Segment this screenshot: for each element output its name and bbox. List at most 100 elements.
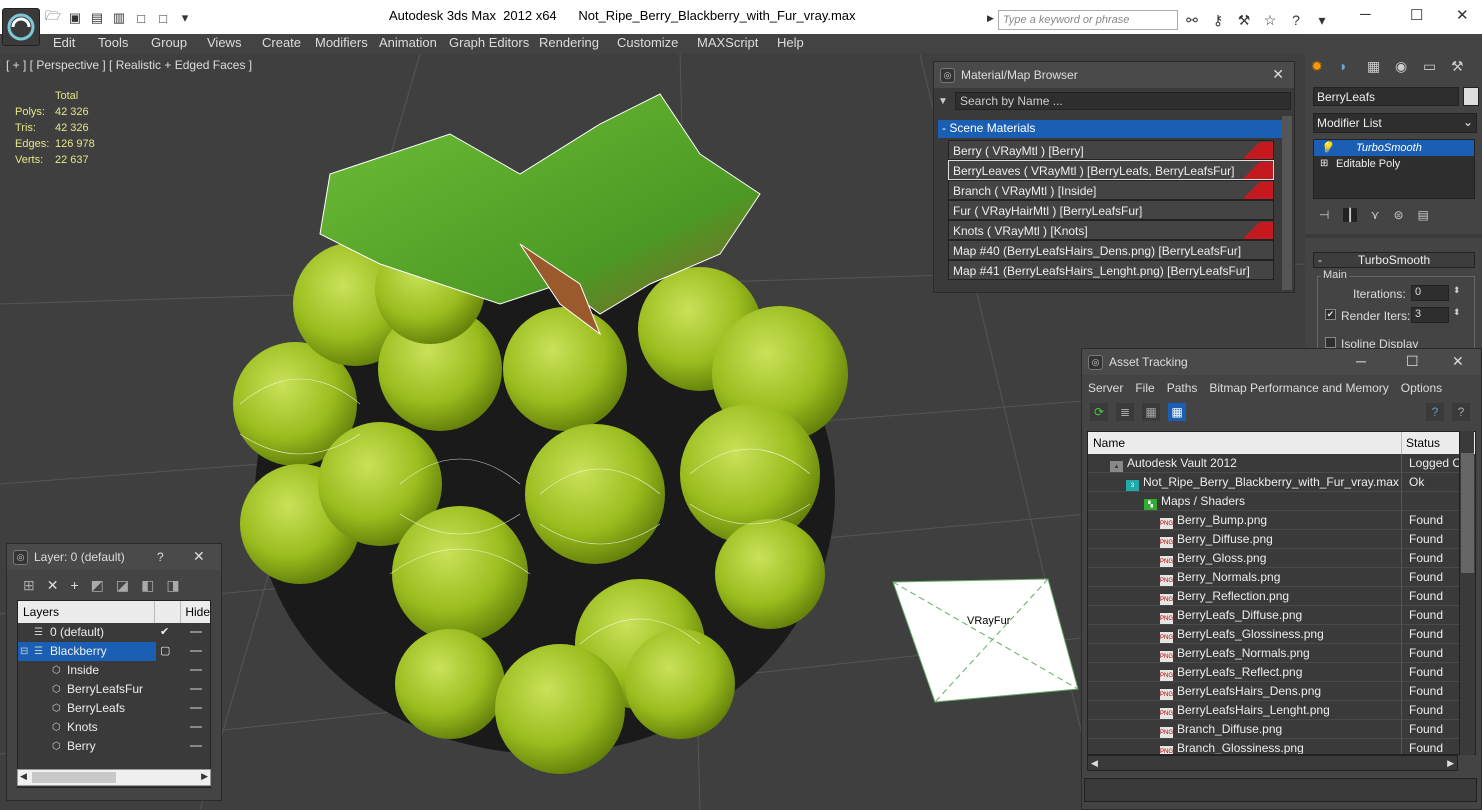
turbosmooth-rollout[interactable]: - TurboSmooth — [1313, 252, 1475, 268]
add-to-layer-icon[interactable]: + — [70, 577, 78, 593]
layer-row[interactable]: ☰ ⊟ Blackberry ▢ — [18, 642, 210, 661]
binoculars-icon[interactable]: ⚯ — [1182, 10, 1202, 30]
window-icon[interactable]: □ — [132, 9, 150, 27]
object-name-field[interactable]: BerryLeafs — [1313, 87, 1459, 106]
hide-toggle[interactable] — [190, 688, 202, 690]
list-icon[interactable]: ≣ — [1116, 403, 1134, 421]
material-browser-titlebar[interactable]: ◎ Material/Map Browser ✕ — [934, 62, 1294, 88]
star-icon[interactable]: ☆ — [1260, 10, 1280, 30]
redo-icon[interactable]: ▥ — [110, 9, 128, 27]
collapse-icon[interactable]: ⊟ — [20, 642, 28, 661]
render-iters-spinner[interactable]: 3 — [1411, 307, 1449, 323]
lightbulb-icon[interactable]: 💡 — [1320, 140, 1334, 156]
table-row[interactable]: PNG Branch_Diffuse.png Found — [1088, 720, 1475, 739]
list-item[interactable]: Knots ( VRayMtl ) [Knots] — [948, 220, 1274, 240]
menu-animation[interactable]: Animation — [379, 35, 437, 50]
hierarchy-tab-icon[interactable]: ▦ — [1367, 58, 1387, 78]
table-row[interactable]: ▚ Maps / Shaders — [1088, 492, 1475, 511]
table-row[interactable]: PNG Berry_Diffuse.png Found — [1088, 530, 1475, 549]
list-item[interactable]: Fur ( VRayHairMtl ) [BerryLeafsFur] — [948, 200, 1274, 220]
menu-graph-editors[interactable]: Graph Editors — [449, 35, 529, 50]
folder-open-icon[interactable]: 🗁 — [44, 8, 62, 27]
menu-group[interactable]: Group — [151, 35, 187, 50]
save-icon[interactable]: ▣ — [66, 9, 84, 27]
table-row[interactable]: ▲ Autodesk Vault 2012 Logged O — [1088, 454, 1475, 473]
menu-rendering[interactable]: Rendering — [539, 35, 599, 50]
tools-icon[interactable]: ⚒ — [1234, 10, 1254, 30]
spinner-arrows-icon[interactable]: ⬍ — [1453, 285, 1461, 296]
table-view-icon[interactable]: ▦ — [1168, 403, 1186, 421]
show-end-result-icon[interactable]: ┃ — [1343, 208, 1357, 222]
column-hide[interactable]: Hide — [181, 601, 210, 623]
table-row[interactable]: PNG BerryLeafs_Normals.png Found — [1088, 644, 1475, 663]
layer-horizontal-scrollbar[interactable]: ◀ ▶ — [17, 769, 211, 786]
table-row[interactable]: PNG BerryLeafsHairs_Dens.png Found — [1088, 682, 1475, 701]
horizontal-scrollbar[interactable]: ◀ ▶ — [1087, 755, 1458, 771]
chevron-down-icon[interactable]: ▾ — [176, 9, 194, 27]
table-row[interactable]: PNG BerryLeafs_Glossiness.png Found — [1088, 625, 1475, 644]
close-button[interactable]: ✕ — [1456, 6, 1469, 24]
table-row[interactable]: PNG Branch_Glossiness.png Found — [1088, 739, 1475, 754]
hide-toggle[interactable] — [190, 631, 202, 633]
close-icon[interactable]: ✕ — [1452, 353, 1464, 370]
list-item[interactable]: Map #41 (BerryLeafsHairs_Lenght.png) [Be… — [948, 260, 1274, 280]
delete-layer-icon[interactable]: ✕ — [47, 577, 59, 594]
hide-toggle[interactable] — [190, 726, 202, 728]
asset-tracking-titlebar[interactable]: ◎ Asset Tracking ─ ☐ ✕ — [1082, 349, 1481, 375]
table-row[interactable]: PNG Berry_Normals.png Found — [1088, 568, 1475, 587]
viewport-label[interactable]: [ + ] [ Perspective ] [ Realistic + Edge… — [6, 58, 252, 72]
app-logo-icon[interactable] — [2, 8, 40, 46]
close-icon[interactable]: ✕ — [193, 548, 205, 565]
window-icon-2[interactable]: □ — [154, 9, 172, 27]
menu-server[interactable]: Server — [1088, 381, 1123, 395]
table-row[interactable]: PNG Berry_Gloss.png Found — [1088, 549, 1475, 568]
vertical-scrollbar[interactable] — [1459, 431, 1474, 755]
layer-row[interactable]: ⬡ Knots — [18, 718, 210, 737]
table-row[interactable]: PNG BerryLeafsHairs_Lenght.png Found — [1088, 701, 1475, 720]
remove-modifier-icon[interactable]: ⊜ — [1393, 208, 1403, 222]
hide-toggle[interactable] — [190, 669, 202, 671]
create-layer-icon[interactable]: ⊞ — [23, 577, 35, 594]
menu-maxscript[interactable]: MAXScript — [697, 35, 758, 50]
configure-modifier-sets-icon[interactable]: ▤ — [1418, 208, 1429, 222]
material-search-input[interactable]: Search by Name ... — [955, 92, 1291, 110]
help-icon[interactable]: ? — [1426, 403, 1444, 421]
maximize-button[interactable]: ☐ — [1406, 353, 1419, 370]
utilities-tab-icon[interactable]: ⚒ — [1451, 58, 1471, 78]
table-row[interactable]: PNG BerryLeafs_Reflect.png Found — [1088, 663, 1475, 682]
menu-views[interactable]: Views — [207, 35, 241, 50]
key-icon[interactable]: ⚷ — [1208, 10, 1228, 30]
active-layer-icon[interactable]: ▢ — [160, 642, 170, 661]
scrollbar[interactable] — [1282, 116, 1292, 290]
list-item[interactable]: Berry ( VRayMtl ) [Berry] — [948, 140, 1274, 160]
help-icon[interactable]: ? — [1286, 10, 1306, 30]
dropdown-icon[interactable]: ▼ — [938, 96, 948, 107]
chevron-down-icon[interactable]: ▾ — [1312, 10, 1332, 30]
vrayfur-plane[interactable] — [892, 578, 1079, 703]
menu-options[interactable]: Options — [1401, 381, 1442, 395]
menu-file[interactable]: File — [1135, 381, 1154, 395]
asset-status-field[interactable] — [1084, 778, 1477, 802]
minimize-button[interactable]: ─ — [1360, 6, 1371, 23]
hide-toggle[interactable] — [190, 707, 202, 709]
spinner-arrows-icon[interactable]: ⬍ — [1453, 307, 1461, 318]
iterations-spinner[interactable]: 0 — [1411, 285, 1449, 301]
motion-tab-icon[interactable]: ◉ — [1395, 58, 1415, 78]
freeze-all-icon[interactable]: ◨ — [166, 577, 179, 594]
pin-stack-icon[interactable]: ⊣ — [1319, 208, 1329, 222]
highlight-layer-icon[interactable]: ◪ — [116, 577, 129, 594]
layer-manager-titlebar[interactable]: ◎ Layer: 0 (default) ? ✕ — [7, 544, 221, 570]
minimize-button[interactable]: ─ — [1356, 353, 1366, 369]
scene-materials-header[interactable]: - Scene Materials — [938, 120, 1284, 138]
undo-icon[interactable]: ▤ — [88, 9, 106, 27]
refresh-icon[interactable]: ⟳ — [1090, 403, 1108, 421]
object-color-swatch[interactable] — [1463, 87, 1479, 106]
display-tab-icon[interactable]: ▭ — [1423, 58, 1443, 78]
list-item[interactable]: Map #40 (BerryLeafsHairs_Dens.png) [Berr… — [948, 240, 1274, 260]
menu-bitmap-performance[interactable]: Bitmap Performance and Memory — [1209, 381, 1388, 395]
column-name[interactable]: Name — [1088, 432, 1402, 454]
layer-row[interactable]: ⬡ BerryLeafs — [18, 699, 210, 718]
layer-row[interactable]: ⬡ BerryLeafsFur — [18, 680, 210, 699]
vault-help-icon[interactable]: ? — [1452, 403, 1470, 421]
column-status[interactable]: Status — [1402, 432, 1440, 454]
